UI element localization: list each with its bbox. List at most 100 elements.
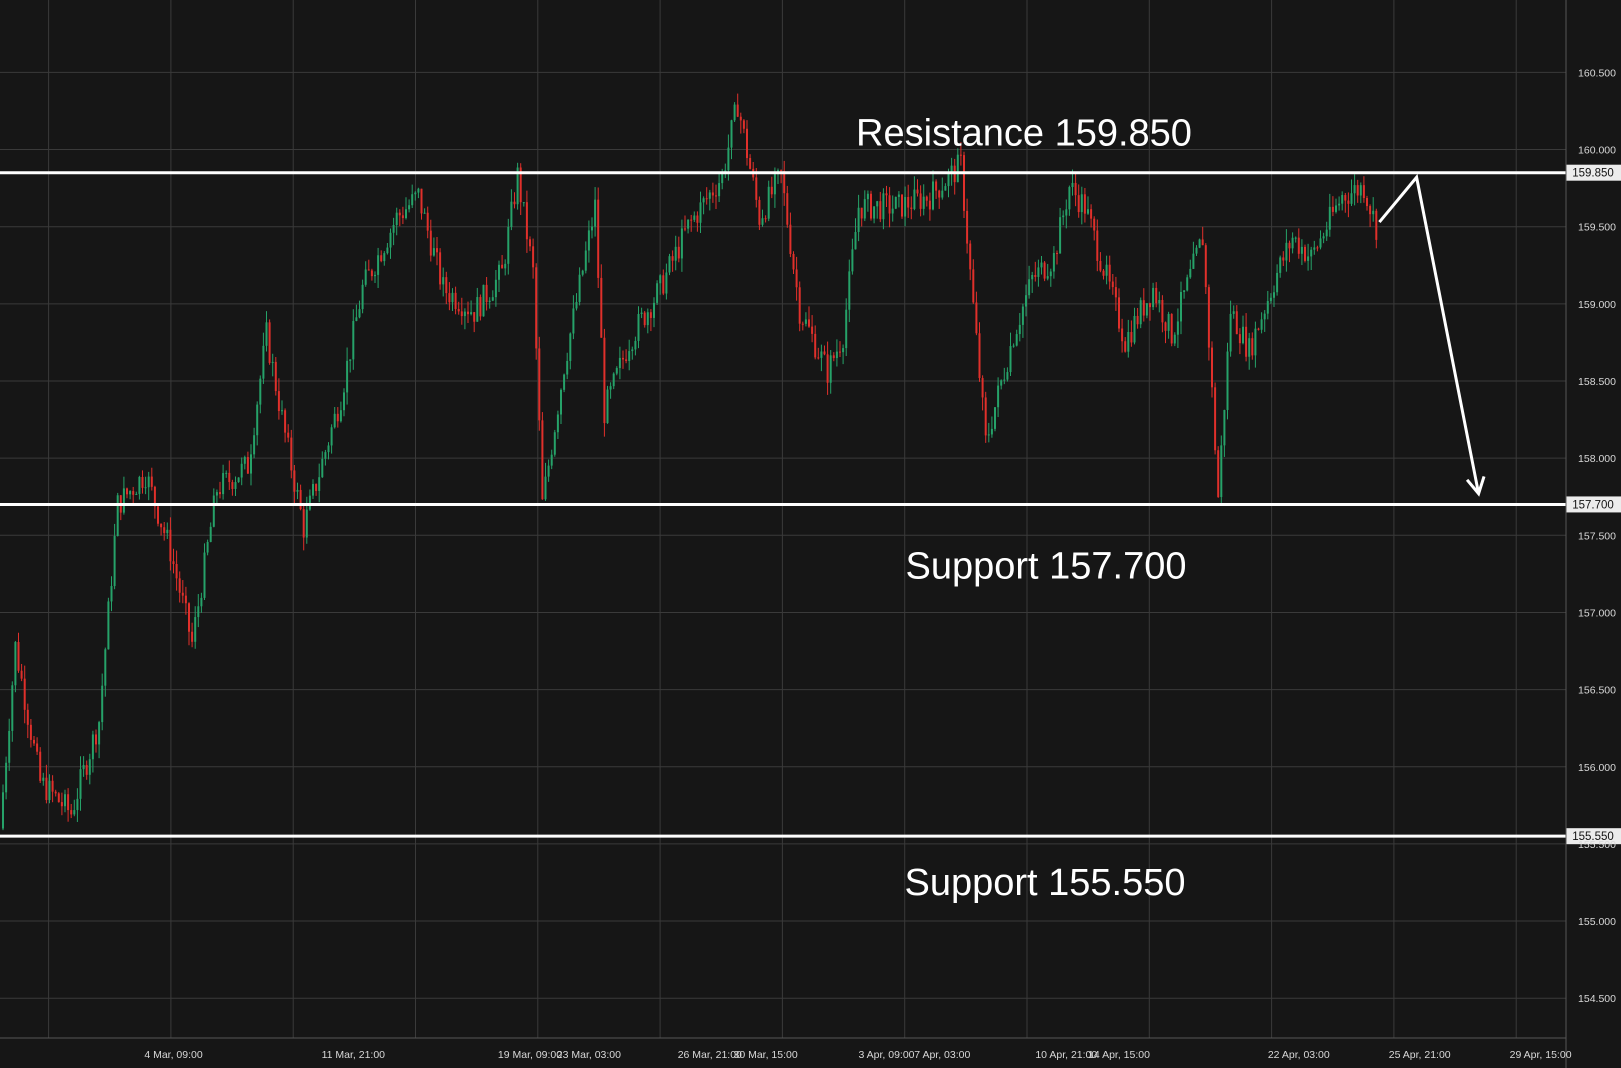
resistance-annotation: Resistance 159.850 [856,112,1192,154]
candle-body [1229,313,1232,352]
candle-body [358,309,361,318]
candle-body [897,194,900,197]
time-tick-label: 14 Apr, 15:00 [1088,1049,1150,1061]
candle-body [135,493,138,495]
candle-body [1152,287,1155,308]
candle-body [11,685,14,731]
candle-body [851,249,854,272]
candle-body [547,465,550,477]
candle-body [544,476,547,500]
candle-body [1071,182,1074,188]
candle-body [1099,260,1102,271]
candle-body [832,355,835,359]
candle-body [473,312,476,322]
candle-body [783,170,786,194]
candle-body [290,437,293,471]
candle-body [293,470,296,492]
candle-body [45,777,48,801]
candle-body [780,170,783,172]
candle-body [1341,195,1344,204]
candle-body [739,116,742,121]
candle-body [463,311,466,317]
candle-body [343,392,345,411]
candle-body [1359,185,1362,196]
candle-body [144,487,147,489]
candle-body [820,351,823,358]
candle-body [169,529,172,562]
candle-body [615,368,618,374]
candle-body [138,476,141,494]
candle-body [312,484,314,496]
support-annotation: Support 155.550 [904,862,1185,904]
candle-body [392,225,395,233]
price-tick-label: 158.000 [1578,453,1616,465]
candle-body [643,312,646,326]
candle-body [398,212,401,216]
candle-body [659,275,662,284]
candle-body [1105,264,1108,276]
candle-body [811,326,814,334]
candle-body [1282,257,1285,261]
candle-body [14,642,17,686]
candle-body [873,206,876,219]
candle-body [1127,332,1130,352]
candle-body [212,495,215,527]
candle-body [1025,295,1027,307]
candle-body [101,685,104,723]
candle-body [1288,242,1291,249]
candle-body [178,578,181,593]
candle-body [653,302,655,318]
candle-body [194,617,197,642]
price-tick-label: 159.500 [1578,222,1616,234]
candle-body [1003,379,1006,381]
candle-body [742,120,745,129]
candle-body [839,351,841,353]
candle-body [634,340,637,350]
candle-body [243,457,246,464]
candle-body [327,445,330,453]
candle-body [1266,301,1269,314]
candle-body [225,472,228,474]
candle-body [91,734,94,760]
candle-body [972,269,975,303]
candle-body [817,357,820,359]
candle-body [380,255,383,262]
candle-body [296,489,299,492]
candle-body [129,491,132,495]
candle-body [355,317,358,321]
price-chart[interactable]: 159.850 Resistance 159.850 157.700 Support … [0,0,1621,1068]
time-tick-label: 29 Apr, 15:00 [1510,1049,1572,1061]
candle-body [885,193,888,196]
candle-body [432,248,435,256]
candle-body [166,529,169,534]
candle-body [414,192,417,195]
candle-body [1183,290,1186,293]
candle-body [1142,300,1145,316]
candle-body [110,586,113,602]
candle-body [708,192,711,199]
candle-body [882,193,885,220]
candle-body [23,678,26,710]
candle-body [1192,253,1195,269]
candle-body [88,759,91,775]
candle-body [510,201,513,227]
candle-body [157,506,159,524]
candle-body [1353,185,1356,194]
candle-body [1356,185,1359,196]
candle-body [959,154,962,156]
candle-body [277,391,280,412]
candle-body [1344,195,1347,201]
candle-body [246,457,249,474]
candle-body [922,196,925,209]
candle-body [1211,347,1213,388]
candle-body [835,351,838,359]
candle-body [234,482,237,489]
candle-body [1350,193,1353,204]
candle-body [1176,321,1179,335]
candle-body [67,794,70,811]
candle-body [51,780,54,792]
candle-body [1276,272,1279,293]
price-tick-label: 155.000 [1578,916,1616,928]
candle-body [1173,334,1176,344]
candle-body [501,264,504,269]
